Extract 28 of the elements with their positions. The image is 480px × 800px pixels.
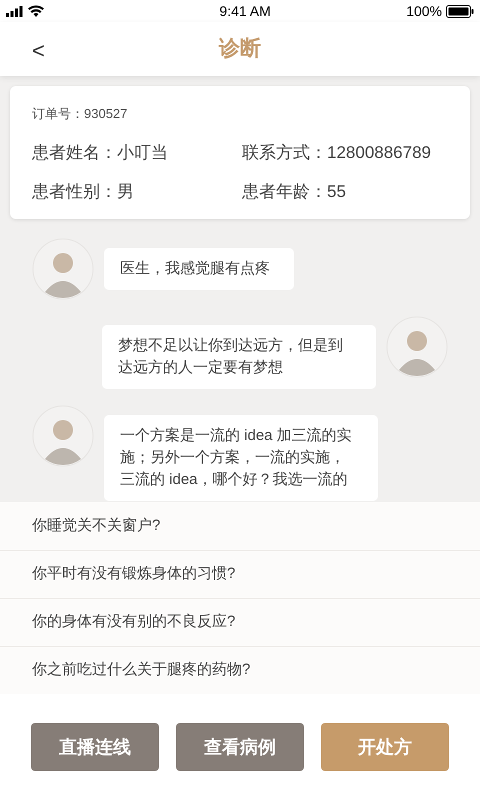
field-value: 12800886789 [327,142,432,164]
message-bubble: 梦想不足以让你到达远方，但是到达远方的人一定要有梦想 [102,324,376,388]
message-bubble: 医生，我感觉腿有点疼 [104,248,294,290]
order-number: 930527 [84,105,128,123]
field-value: 55 [327,181,346,203]
field-label: 联系方式： [242,142,327,164]
avatar-icon [386,316,448,378]
field-label: 患者姓名： [32,142,117,164]
order-label: 订单号： [32,105,84,123]
avatar-icon [32,404,94,466]
signal-icon [6,6,24,16]
question-item[interactable]: 你睡觉关不关窗户? [0,502,480,550]
message-bubble: 一个方案是一流的 idea 加三流的实施；另外一个方案，一流的实施，三流的 idea，哪个好？我选一流的 [104,414,378,500]
field-value: 小叮当 [117,142,168,164]
status-time: 9:41 AM [219,2,271,20]
field-label: 患者性别： [32,181,117,203]
avatar-icon [32,238,94,300]
wifi-icon [28,5,44,17]
action-button[interactable]: 查看病例 [176,723,304,771]
battery-percent: 100% [406,2,442,20]
battery-icon [446,4,474,18]
field-value: 男 [117,181,134,203]
action-button[interactable]: 直播连线 [31,723,159,771]
page-title: 诊断 [219,36,261,62]
field-label: 患者年龄： [242,181,327,203]
question-item[interactable]: 你的身体有没有别的不良反应? [0,598,480,646]
back-button[interactable]: < [32,34,45,67]
question-item[interactable]: 你平时有没有锻炼身体的习惯? [0,550,480,598]
